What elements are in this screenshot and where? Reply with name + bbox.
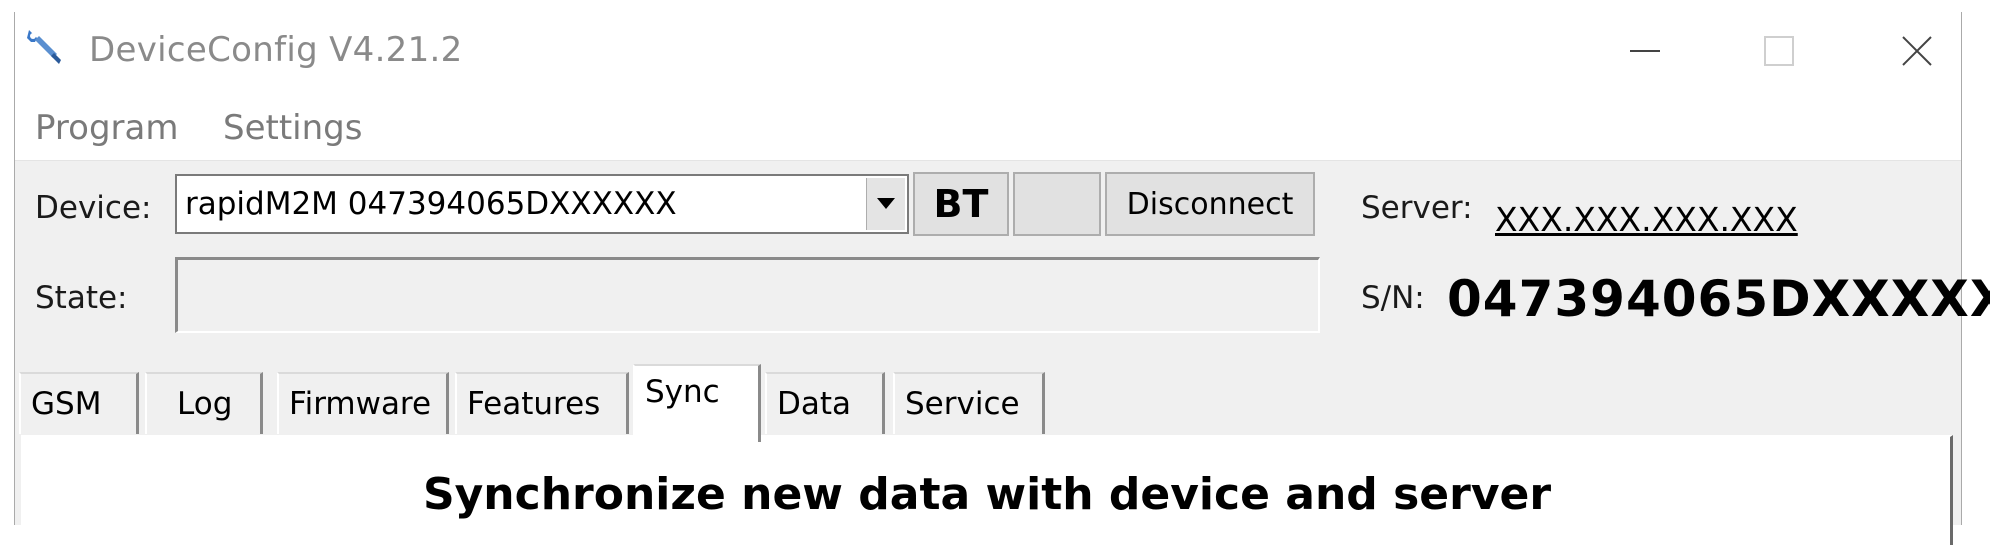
app-window: DeviceConfig V4.21.2 Program Settings De… <box>14 12 1990 545</box>
sync-panel: Synchronize new data with device and ser… <box>21 435 1953 545</box>
tab-features[interactable]: Features <box>455 372 629 434</box>
minimize-button[interactable] <box>1575 12 1715 90</box>
device-label: Device: <box>35 190 152 226</box>
state-field <box>175 257 1320 333</box>
tab-sync[interactable]: Sync <box>633 364 761 442</box>
device-select[interactable]: rapidM2M 047394065DXXXXXX <box>175 174 909 234</box>
tab-data[interactable]: Data <box>765 372 885 434</box>
menu-settings[interactable]: Settings <box>223 108 362 148</box>
serial-number: 047394065DXXXXXX <box>1447 270 1990 328</box>
minimize-icon <box>1630 49 1660 53</box>
disconnect-button[interactable]: Disconnect <box>1105 172 1315 236</box>
tab-log[interactable]: Log <box>145 372 263 434</box>
bt-button[interactable]: BT <box>913 172 1009 236</box>
tab-service[interactable]: Service <box>893 372 1045 434</box>
server-link[interactable]: XXX.XXX.XXX.XXX <box>1495 200 1798 239</box>
tab-gsm[interactable]: GSM <box>19 372 139 434</box>
maximize-button[interactable] <box>1709 12 1849 90</box>
title-bar[interactable]: DeviceConfig V4.21.2 <box>15 12 1961 90</box>
chevron-down-icon <box>877 195 895 214</box>
device-select-value: rapidM2M 047394065DXXXXXX <box>185 186 677 222</box>
menu-bar: Program Settings <box>15 90 1961 161</box>
dropdown-button[interactable] <box>866 178 905 230</box>
menu-program[interactable]: Program <box>35 108 178 148</box>
maximize-icon <box>1764 36 1794 66</box>
state-label: State: <box>35 280 128 316</box>
wrench-icon <box>23 26 63 66</box>
window-title: DeviceConfig V4.21.2 <box>89 30 463 70</box>
close-button[interactable] <box>1847 12 1987 90</box>
panel-title: Synchronize new data with device and ser… <box>422 469 1552 520</box>
tab-firmware[interactable]: Firmware <box>277 372 449 434</box>
serial-label: S/N: <box>1361 280 1425 316</box>
blank-button[interactable] <box>1013 172 1101 236</box>
close-icon <box>1901 35 1933 67</box>
server-label: Server: <box>1361 190 1473 226</box>
